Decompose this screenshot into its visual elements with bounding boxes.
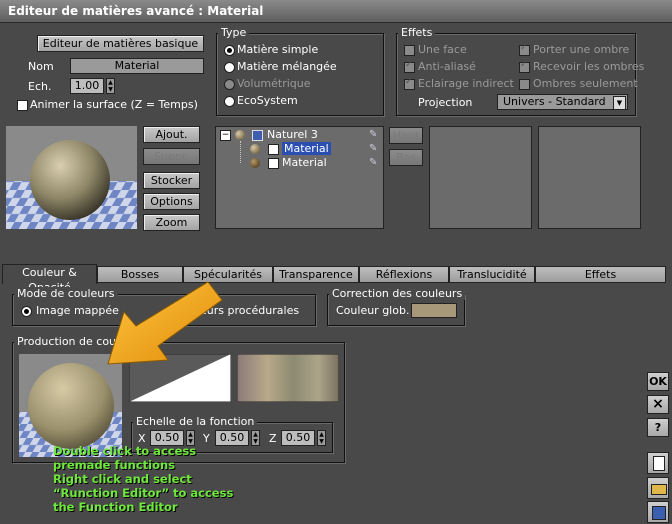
color-map-gradient[interactable] [237,354,339,402]
new-file-button[interactable] [647,452,669,474]
options-button[interactable]: Options [143,193,200,210]
annotation-line-4: “Runction Editor” to access [53,486,234,500]
layer-preview-1 [429,126,532,229]
scale-label: Ech. [28,80,52,93]
save-file-button[interactable] [647,501,669,523]
material-editor-window: Editeur de matières avancé : Material Ed… [0,0,672,524]
zoom-button[interactable]: Zoom [143,214,200,231]
type-option-ecosystem: EcoSystem [237,94,298,107]
material-type-icon [252,130,263,141]
one-face-label: Une face [418,43,467,56]
mapped-image-radio[interactable] [21,306,32,317]
one-face-checkbox[interactable] [404,45,415,56]
tab-translucency[interactable]: Translucidité [449,266,535,283]
material-sphere-icon [250,158,260,168]
animate-label: Animer la surface (Z = Temps) [30,98,198,111]
store-button[interactable]: Stocker [143,172,200,189]
type-option-simple: Matière simple [237,43,319,56]
layer-preview-2 [538,126,641,229]
move-up-button[interactable]: Haut [389,127,423,144]
help-button[interactable]: ? [647,418,669,437]
scale-field[interactable]: 1.00 [70,78,104,94]
add-button[interactable]: Ajout. [143,126,200,143]
tab-effects[interactable]: Effets [535,266,666,283]
antialias-label: Anti-aliasé [418,60,476,73]
basic-editor-button[interactable]: Editeur de matières basique [37,35,204,52]
type-option-mixed: Matière mélangée [237,60,337,73]
function-scale-title: Echelle de la fonction [133,415,258,428]
open-file-button[interactable] [647,477,669,499]
new-file-icon [653,456,665,471]
cast-shadow-label: Porter une ombre [533,43,630,56]
name-label: Nom [28,60,54,73]
material-type-icon [268,158,279,169]
scale-stepper[interactable]: ▲ ▼ [106,78,115,94]
edit-icon[interactable]: ✎ [369,157,377,168]
tree-child-row[interactable]: Material [240,142,370,156]
tree-root-label: Naturel 3 [267,128,318,141]
tree-child-label: Material [282,156,327,169]
receive-shadow-checkbox[interactable] [519,60,530,73]
y-scale-stepper[interactable]: ▲ ▼ [251,430,260,446]
z-scale-field[interactable]: 0.50 [281,430,315,446]
projection-select[interactable]: Univers - Standard ▼ [497,94,628,110]
save-disk-icon [652,506,666,520]
type-radio-mixed[interactable] [224,62,235,73]
edit-icon[interactable]: ✎ [369,129,377,140]
global-color-swatch[interactable] [411,303,457,318]
effects-group-title: Effets [398,26,436,39]
tab-color-opacity[interactable]: Couleur & Opacité [2,264,97,294]
z-label: Z [269,432,277,445]
type-radio-ecosystem[interactable] [224,96,235,107]
name-field[interactable]: Material [70,58,204,74]
material-type-icon [268,144,279,155]
global-color-label: Couleur glob. [336,304,410,317]
open-folder-icon [651,484,667,495]
tree-child-label-selected: Material [282,142,331,155]
tree-child-row[interactable]: Material [240,156,370,170]
collapse-icon[interactable]: − [220,130,231,141]
edit-icon[interactable]: ✎ [369,143,377,154]
shadow-only-checkbox[interactable] [519,79,530,90]
antialias-checkbox[interactable] [404,60,415,73]
projection-value: Univers - Standard [503,95,606,108]
z-scale-stepper[interactable]: ▲ ▼ [317,430,326,446]
close-button[interactable]: × [647,395,669,414]
move-down-button[interactable]: Bas [389,149,423,166]
receive-shadow-label: Recevoir les ombres [533,60,645,73]
y-scale-field[interactable]: 0.50 [215,430,249,446]
animate-checkbox[interactable] [17,100,28,111]
annotation-arrow-icon [107,281,223,365]
delete-button[interactable]: Suppr. [143,148,200,165]
material-sphere-icon [250,144,260,154]
window-title: Editeur de matières avancé : Material [8,4,264,18]
type-radio-volumetric[interactable] [224,79,235,90]
tab-transparency[interactable]: Transparence [273,266,359,283]
y-label: Y [203,432,210,445]
shadow-only-label: Ombres seulement [533,77,638,90]
color-correction-title: Correction des couleurs [329,287,466,300]
annotation-line-5: the Function Editor [53,500,178,514]
chevron-down-icon: ▼ [613,96,626,110]
annotation-line-3: Right click and select [53,472,192,486]
indirect-light-checkbox[interactable] [404,77,415,90]
indirect-light-label: Eclairage indirect [418,77,514,90]
title-bar[interactable]: Editeur de matières avancé : Material [0,0,672,23]
ok-button[interactable]: OK [647,372,669,391]
type-radio-simple[interactable] [224,45,235,56]
annotation-line-1: Double click to access [53,444,197,458]
cast-shadow-checkbox[interactable] [519,43,530,56]
type-group-title: Type [218,26,250,39]
tab-reflections[interactable]: Réflexions [359,266,449,283]
annotation-line-2: premade functions [53,458,176,472]
material-sphere-icon [235,130,245,140]
material-preview-image [6,126,137,229]
projection-label: Projection [418,96,473,109]
type-option-volumetric: Volumétrique [237,77,311,90]
